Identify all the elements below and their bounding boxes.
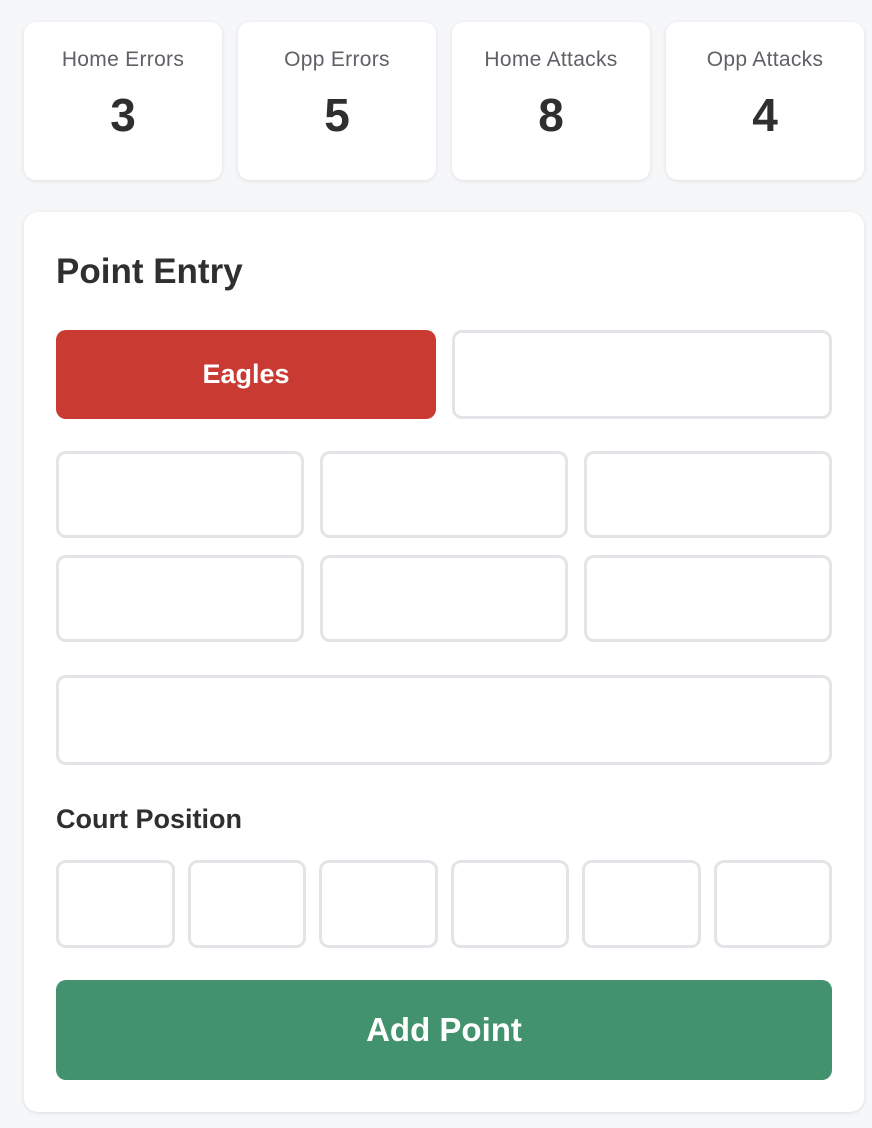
stat-value: 5 (324, 89, 350, 141)
court-position-button[interactable] (319, 860, 438, 948)
action-button[interactable] (56, 555, 304, 642)
stat-card-opp-errors: Opp Errors 5 (238, 22, 436, 180)
court-position-button[interactable] (450, 860, 569, 948)
court-position-button[interactable] (56, 860, 175, 948)
court-position-button[interactable] (187, 860, 306, 948)
action-button-row-1 (56, 451, 832, 538)
action-button[interactable] (584, 451, 832, 538)
stat-label: Home Errors (61, 48, 185, 71)
stat-card-home-attacks: Home Attacks 8 (452, 22, 650, 180)
action-button[interactable] (320, 451, 568, 538)
court-position-label: Court Position (56, 804, 242, 834)
stat-label: Opp Errors (284, 48, 390, 71)
court-position-button[interactable] (582, 860, 701, 948)
court-position-button[interactable] (713, 860, 832, 948)
stats-row: Home Errors 3 Opp Errors 5 Home Attacks … (24, 22, 864, 180)
action-button[interactable] (320, 555, 568, 642)
stat-card-opp-attacks: Opp Attacks 4 (666, 22, 864, 180)
stat-label: Opp Attacks (706, 48, 824, 71)
stat-value: 4 (752, 89, 778, 141)
action-button[interactable] (584, 555, 832, 642)
stat-card-home-errors: Home Errors 3 (24, 22, 222, 180)
action-button[interactable] (56, 451, 304, 538)
team-button-home[interactable]: Eagles (56, 330, 436, 419)
team-button-opponent[interactable] (452, 330, 832, 419)
stat-label: Home Attacks (484, 48, 618, 71)
wide-option-button[interactable] (56, 675, 832, 765)
stat-value: 8 (538, 89, 564, 141)
action-button-row-2 (56, 555, 832, 642)
panel-title: Point Entry (56, 252, 243, 291)
court-position-row (56, 860, 832, 948)
add-point-button[interactable]: Add Point (56, 980, 832, 1080)
point-entry-panel: Point Entry Eagles Court Position Add Po… (24, 212, 864, 1112)
stat-value: 3 (110, 89, 136, 141)
